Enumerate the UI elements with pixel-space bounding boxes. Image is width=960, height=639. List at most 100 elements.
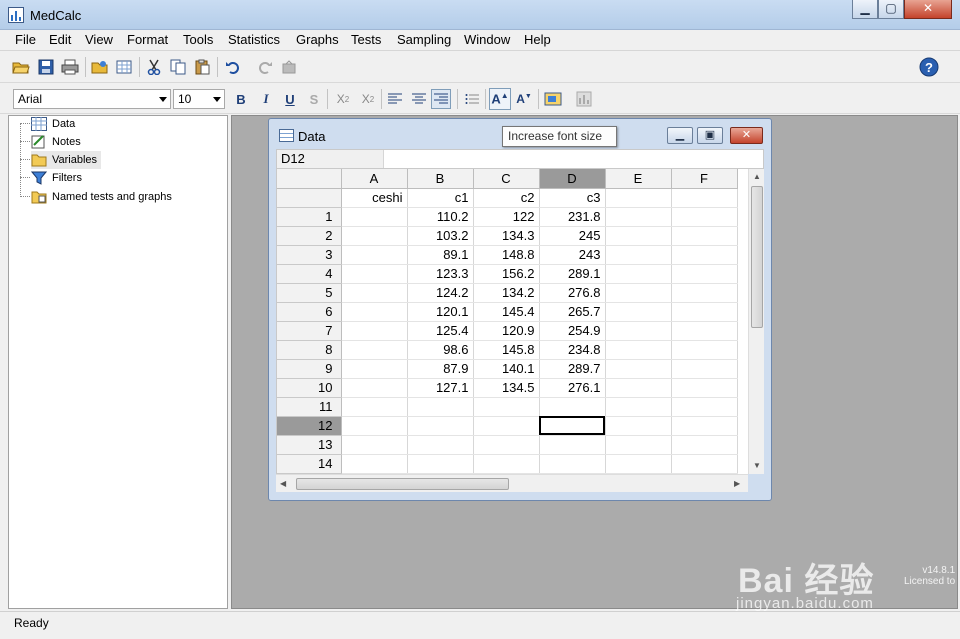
table-cell[interactable] <box>539 435 606 455</box>
table-cell[interactable] <box>539 397 606 417</box>
row-header-names[interactable] <box>277 188 342 208</box>
table-cell[interactable]: 140.1 <box>473 359 540 379</box>
variable-name-cell[interactable]: c1 <box>407 188 474 208</box>
table-cell[interactable]: 234.8 <box>539 340 606 360</box>
row-header[interactable]: 6 <box>277 302 342 322</box>
print-icon[interactable] <box>60 57 80 77</box>
table-cell[interactable] <box>605 454 672 474</box>
table-cell[interactable]: 89.1 <box>407 245 474 265</box>
table-cell[interactable] <box>341 340 408 360</box>
table-cell[interactable]: 110.2 <box>407 207 474 227</box>
close-button[interactable]: ✕ <box>904 0 952 19</box>
row-header[interactable]: 9 <box>277 359 342 379</box>
decrease-font-size-icon[interactable]: A▼ <box>514 89 534 109</box>
table-cell[interactable] <box>671 226 738 246</box>
variable-name-cell[interactable]: c2 <box>473 188 540 208</box>
table-cell[interactable] <box>473 416 540 436</box>
bullet-list-icon[interactable] <box>462 89 482 109</box>
align-left-icon[interactable] <box>385 89 405 109</box>
column-header-c[interactable]: C <box>473 169 540 189</box>
font-size-combo[interactable]: 10 <box>173 89 225 109</box>
table-cell[interactable]: 265.7 <box>539 302 606 322</box>
menu-statistics[interactable]: Statistics <box>228 32 280 47</box>
table-cell[interactable]: 148.8 <box>473 245 540 265</box>
paste-icon[interactable] <box>192 57 212 77</box>
table-cell[interactable] <box>671 302 738 322</box>
table-cell[interactable] <box>473 454 540 474</box>
table-cell[interactable] <box>473 397 540 417</box>
table-cell[interactable] <box>605 321 672 341</box>
child-minimize-button[interactable]: ▁ <box>667 127 693 144</box>
table-cell[interactable] <box>671 454 738 474</box>
vertical-scroll-thumb[interactable] <box>751 186 763 328</box>
row-header[interactable]: 8 <box>277 340 342 360</box>
menu-format[interactable]: Format <box>127 32 168 47</box>
row-header[interactable]: 11 <box>277 397 342 417</box>
table-cell[interactable]: 145.4 <box>473 302 540 322</box>
table-cell[interactable] <box>341 397 408 417</box>
align-center-icon[interactable] <box>409 89 429 109</box>
column-header-d[interactable]: D <box>539 169 606 189</box>
menu-view[interactable]: View <box>85 32 113 47</box>
table-cell[interactable]: 289.1 <box>539 264 606 284</box>
table-cell[interactable] <box>407 454 474 474</box>
column-header-f[interactable]: F <box>671 169 738 189</box>
table-cell[interactable] <box>341 435 408 455</box>
column-header-b[interactable]: B <box>407 169 474 189</box>
open-data-icon[interactable] <box>90 57 110 77</box>
table-cell[interactable] <box>605 340 672 360</box>
tree-item-named-tests[interactable]: Named tests and graphs <box>31 188 172 206</box>
table-cell[interactable] <box>671 283 738 303</box>
menu-sampling[interactable]: Sampling <box>397 32 451 47</box>
row-header[interactable]: 4 <box>277 264 342 284</box>
table-cell[interactable] <box>539 454 606 474</box>
table-cell[interactable]: 276.1 <box>539 378 606 398</box>
menu-edit[interactable]: Edit <box>49 32 71 47</box>
help-icon[interactable]: ? <box>919 57 939 77</box>
table-cell[interactable]: 276.8 <box>539 283 606 303</box>
scroll-down-icon[interactable]: ▼ <box>753 461 761 470</box>
table-cell[interactable] <box>671 359 738 379</box>
bold-button[interactable]: B <box>231 89 251 109</box>
undo-icon[interactable] <box>223 57 243 77</box>
table-cell[interactable] <box>605 378 672 398</box>
copy-icon[interactable] <box>168 57 188 77</box>
table-cell[interactable] <box>341 283 408 303</box>
table-cell[interactable]: 127.1 <box>407 378 474 398</box>
scroll-left-icon[interactable]: ◀ <box>280 479 286 488</box>
tree-item-notes[interactable]: Notes <box>31 133 81 151</box>
menu-help[interactable]: Help <box>524 32 551 47</box>
table-cell[interactable] <box>605 302 672 322</box>
table-cell[interactable] <box>473 435 540 455</box>
repeat-icon[interactable] <box>279 57 299 77</box>
table-cell[interactable]: 103.2 <box>407 226 474 246</box>
table-cell[interactable] <box>605 397 672 417</box>
variable-name-cell[interactable] <box>671 188 738 208</box>
format-picture-icon[interactable] <box>543 89 563 109</box>
table-cell[interactable]: 254.9 <box>539 321 606 341</box>
row-header[interactable]: 10 <box>277 378 342 398</box>
increase-font-size-icon[interactable]: A▲ <box>489 88 511 110</box>
align-right-icon[interactable] <box>431 89 451 109</box>
scroll-right-icon[interactable]: ▶ <box>734 479 740 488</box>
table-cell[interactable] <box>671 264 738 284</box>
table-cell[interactable]: 245 <box>539 226 606 246</box>
table-cell[interactable] <box>605 359 672 379</box>
table-cell[interactable]: 243 <box>539 245 606 265</box>
menu-graphs[interactable]: Graphs <box>296 32 339 47</box>
table-cell[interactable] <box>407 397 474 417</box>
table-cell[interactable] <box>539 416 606 436</box>
table-cell[interactable] <box>605 264 672 284</box>
table-cell[interactable] <box>671 397 738 417</box>
menu-file[interactable]: File <box>15 32 36 47</box>
underline-button[interactable]: U <box>280 89 300 109</box>
table-cell[interactable] <box>341 207 408 227</box>
variable-name-cell[interactable]: c3 <box>539 188 606 208</box>
table-cell[interactable] <box>341 359 408 379</box>
row-header[interactable]: 12 <box>277 416 342 436</box>
table-cell[interactable]: 120.1 <box>407 302 474 322</box>
table-cell[interactable]: 123.3 <box>407 264 474 284</box>
table-cell[interactable] <box>341 226 408 246</box>
redo-icon[interactable] <box>255 57 275 77</box>
table-cell[interactable]: 122 <box>473 207 540 227</box>
